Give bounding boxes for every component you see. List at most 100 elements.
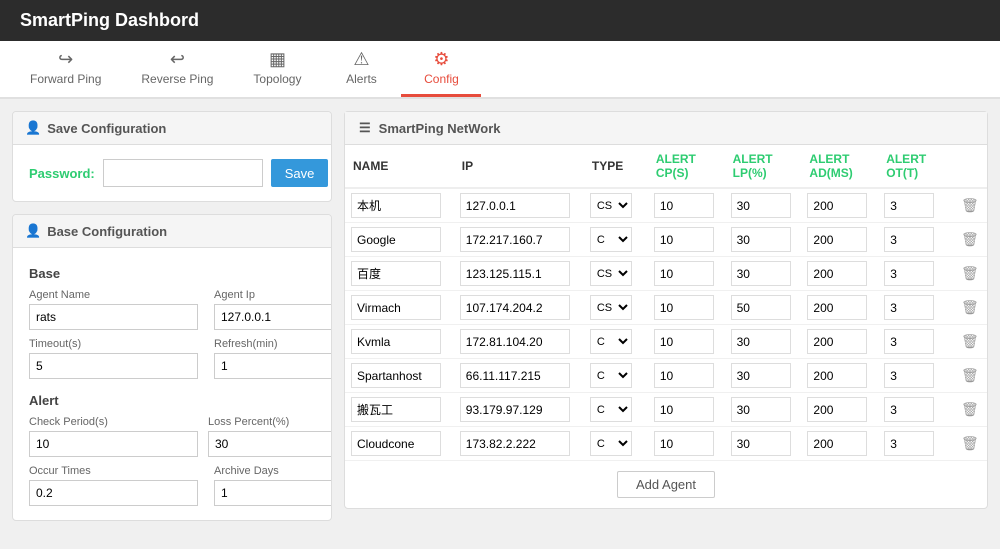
tab-alerts[interactable]: ⚠ Alerts (321, 41, 401, 97)
agent-name-cell-5[interactable] (351, 363, 441, 388)
save-config-card: 👤 Save Configuration Password: Save (12, 111, 332, 202)
agent-type-cell-2[interactable]: CS C S (590, 261, 632, 286)
agent-ad-cell-0[interactable] (807, 193, 867, 218)
agent-cp-cell-5[interactable] (654, 363, 714, 388)
agent-ip-cell-3[interactable] (460, 295, 570, 320)
agent-lp-cell-3[interactable] (731, 295, 791, 320)
agent-lp-cell-1[interactable] (731, 227, 791, 252)
agent-ad-cell-4[interactable] (807, 329, 867, 354)
agent-ot-cell-2[interactable] (884, 261, 934, 286)
save-config-header: 👤 Save Configuration (13, 112, 331, 145)
agent-ad-cell-7[interactable] (807, 431, 867, 456)
agent-name-cell-3[interactable] (351, 295, 441, 320)
agent-type-cell-0[interactable]: CS C S (590, 193, 632, 218)
base-config-title: Base Configuration (47, 224, 167, 239)
main-content: 👤 Save Configuration Password: Save 👤 Ba… (0, 99, 1000, 533)
delete-agent-button-7[interactable]: 🗑 (961, 435, 979, 452)
loss-percent-input[interactable] (208, 431, 332, 457)
refresh-label: Refresh(min) (214, 338, 332, 350)
agent-ot-cell-4[interactable] (884, 329, 934, 354)
table-row: CS C S 🗑 (345, 325, 987, 359)
refresh-input[interactable] (214, 353, 332, 379)
timeout-input[interactable] (29, 353, 198, 379)
agent-cp-cell-2[interactable] (654, 261, 714, 286)
agent-ad-cell-5[interactable] (807, 363, 867, 388)
table-header-row: NAME IP TYPE ALERT CP(S) ALERT LP(%) ALE… (345, 145, 987, 188)
tab-forward-ping[interactable]: ↪ Forward Ping (10, 41, 121, 97)
delete-agent-button-0[interactable]: 🗑 (961, 197, 979, 214)
agent-name-cell-1[interactable] (351, 227, 441, 252)
agent-type-cell-1[interactable]: CS C S (590, 227, 632, 252)
agent-ip-input[interactable] (214, 304, 332, 330)
delete-agent-button-5[interactable]: 🗑 (961, 367, 979, 384)
agent-lp-cell-6[interactable] (731, 397, 791, 422)
agent-cp-cell-0[interactable] (654, 193, 714, 218)
agent-type-cell-6[interactable]: CS C S (590, 397, 632, 422)
tab-config[interactable]: ⚙ Config (401, 41, 481, 97)
timeout-label: Timeout(s) (29, 338, 198, 350)
agent-ad-cell-1[interactable] (807, 227, 867, 252)
agent-ad-cell-6[interactable] (807, 397, 867, 422)
occur-times-input[interactable] (29, 480, 198, 506)
agent-lp-cell-2[interactable] (731, 261, 791, 286)
delete-agent-button-1[interactable]: 🗑 (961, 231, 979, 248)
agent-lp-cell-7[interactable] (731, 431, 791, 456)
delete-agent-button-4[interactable]: 🗑 (961, 333, 979, 350)
agent-cp-cell-6[interactable] (654, 397, 714, 422)
agent-ip-cell-0[interactable] (460, 193, 570, 218)
agent-ip-cell-4[interactable] (460, 329, 570, 354)
col-header-action (955, 145, 987, 188)
password-input[interactable] (103, 159, 263, 187)
agent-type-cell-5[interactable]: CS C S (590, 363, 632, 388)
tab-forward-ping-label: Forward Ping (30, 72, 101, 86)
agent-name-cell-2[interactable] (351, 261, 441, 286)
agent-ip-label: Agent Ip (214, 289, 332, 301)
agent-cp-cell-3[interactable] (654, 295, 714, 320)
agent-ip-cell-6[interactable] (460, 397, 570, 422)
agent-ot-cell-3[interactable] (884, 295, 934, 320)
agent-ot-cell-1[interactable] (884, 227, 934, 252)
agent-type-cell-7[interactable]: CS C S (590, 431, 632, 456)
delete-agent-button-6[interactable]: 🗑 (961, 401, 979, 418)
agent-ot-cell-5[interactable] (884, 363, 934, 388)
agent-name-cell-7[interactable] (351, 431, 441, 456)
delete-agent-button-2[interactable]: 🗑 (961, 265, 979, 282)
agent-lp-cell-4[interactable] (731, 329, 791, 354)
agent-name-cell-4[interactable] (351, 329, 441, 354)
save-button[interactable]: Save (271, 159, 329, 187)
agent-name-input[interactable] (29, 304, 198, 330)
agent-ot-cell-0[interactable] (884, 193, 934, 218)
tab-reverse-ping[interactable]: ↩ Reverse Ping (121, 41, 233, 97)
tab-alerts-label: Alerts (346, 72, 377, 86)
agent-lp-cell-0[interactable] (731, 193, 791, 218)
table-row: CS C S 🗑 (345, 188, 987, 223)
network-table-container: NAME IP TYPE ALERT CP(S) ALERT LP(%) ALE… (345, 145, 987, 508)
archive-days-input[interactable] (214, 480, 332, 506)
agent-ot-cell-6[interactable] (884, 397, 934, 422)
col-header-ad: ALERT AD(MS) (801, 145, 878, 188)
agent-ad-cell-2[interactable] (807, 261, 867, 286)
agent-type-cell-4[interactable]: CS C S (590, 329, 632, 354)
agent-cp-cell-4[interactable] (654, 329, 714, 354)
agent-ad-cell-3[interactable] (807, 295, 867, 320)
base-form-grid: Agent Name Agent Ip Timeout(s) Refresh(m… (29, 289, 315, 379)
agent-ot-cell-7[interactable] (884, 431, 934, 456)
agent-type-cell-3[interactable]: CS C S (590, 295, 632, 320)
agent-name-cell-0[interactable] (351, 193, 441, 218)
archive-days-label: Archive Days (214, 465, 332, 477)
network-table: NAME IP TYPE ALERT CP(S) ALERT LP(%) ALE… (345, 145, 987, 461)
occur-times-label: Occur Times (29, 465, 198, 477)
agent-lp-cell-5[interactable] (731, 363, 791, 388)
agent-ip-cell-2[interactable] (460, 261, 570, 286)
agent-cp-cell-7[interactable] (654, 431, 714, 456)
agent-ip-cell-5[interactable] (460, 363, 570, 388)
delete-agent-button-3[interactable]: 🗑 (961, 299, 979, 316)
agent-cp-cell-1[interactable] (654, 227, 714, 252)
tab-topology[interactable]: ▦ Topology (233, 41, 321, 97)
agent-ip-cell-1[interactable] (460, 227, 570, 252)
add-agent-button[interactable]: Add Agent (617, 471, 715, 498)
agent-ip-cell-7[interactable] (460, 431, 570, 456)
agent-name-cell-6[interactable] (351, 397, 441, 422)
check-period-input[interactable] (29, 431, 198, 457)
table-row: CS C S 🗑 (345, 223, 987, 257)
